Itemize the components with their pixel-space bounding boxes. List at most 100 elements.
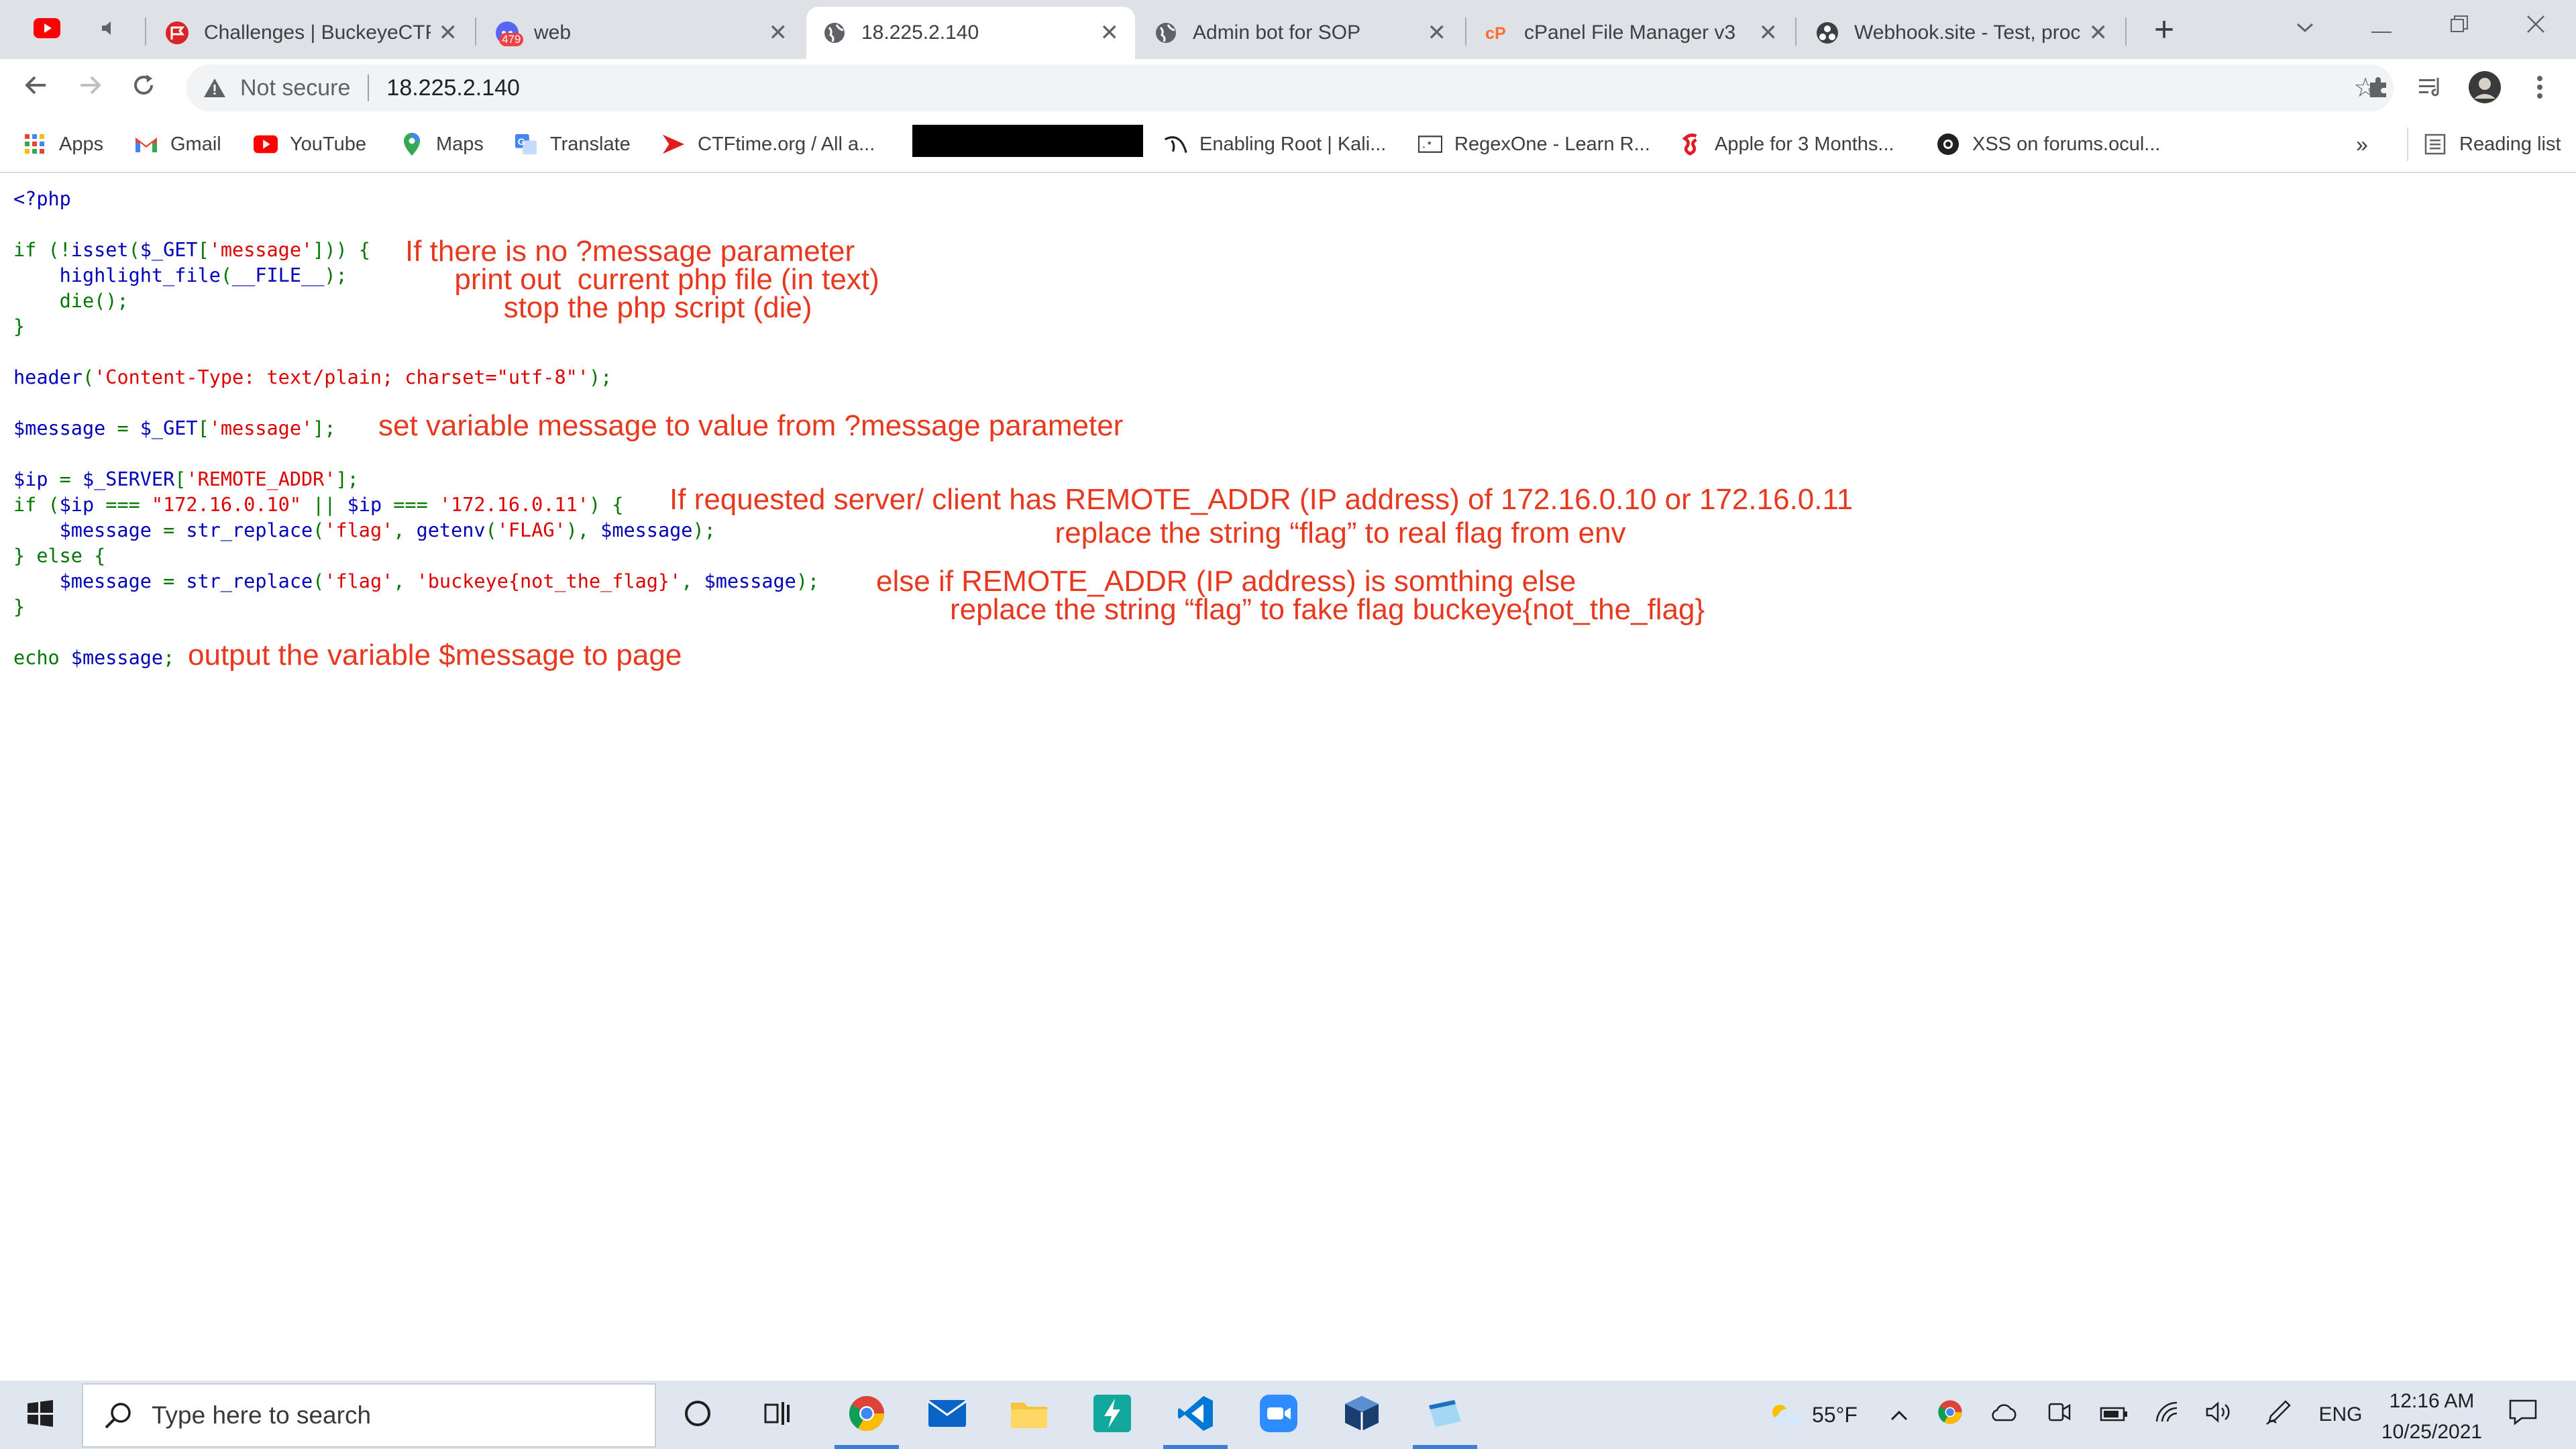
wifi-icon [2154,1400,2181,1430]
input-language[interactable]: ENG [2310,1381,2371,1449]
taskbar-mail[interactable] [914,1381,981,1449]
bookmark-maps[interactable]: Maps [400,127,484,161]
discord-icon: 479 [495,21,524,46]
taskbar-power-automate[interactable] [1079,1381,1146,1449]
tray-pen[interactable] [2262,1381,2296,1449]
apps-grid-icon [23,132,47,156]
show-hidden-icons-button[interactable] [1882,1381,1916,1449]
weather-widget[interactable]: 55°F [1746,1381,1880,1449]
tray-network[interactable] [2151,1381,2184,1449]
close-icon[interactable]: ✕ [1759,19,1778,46]
extensions-button[interactable] [2360,70,2398,107]
taskbar-virtualbox[interactable] [1328,1381,1395,1449]
taskbar-zoom[interactable] [1245,1381,1312,1449]
windows-taskbar: Type here to search 55°F ENG 12:16 AM 10… [0,1381,2576,1449]
restore-icon [2449,14,2469,40]
tab-webhook[interactable]: Webhook.site - Test, proc ✕ [1799,7,2124,59]
close-window-button[interactable] [2502,0,2569,54]
tab-title: Webhook.site - Test, proc [1854,21,2081,44]
bookmark-xss-forum[interactable]: XSS on forums.ocul... [1936,127,2160,161]
folder-icon [1010,1397,1049,1433]
tab-title: Challenges | BuckeyeCTF [204,21,431,44]
annotation-if-block: If there is no ?message parameter print … [405,235,879,324]
avatar [2468,70,2502,107]
tab-separator [475,17,476,46]
close-icon[interactable]: ✕ [769,19,788,46]
bookmark-regexone[interactable]: .* RegexOne - Learn R... [1418,127,1650,161]
bookmark-ctftime[interactable]: CTFtime.org / All a... [661,127,875,161]
warning-triangle-icon[interactable] [201,74,228,101]
running-indicator [835,1445,899,1449]
back-button[interactable] [16,68,56,109]
task-view-button[interactable] [750,1381,806,1449]
bookmarks-overflow-button[interactable]: » [2356,127,2368,161]
close-icon[interactable]: ✕ [2089,19,2108,46]
bookmark-label: CTFtime.org / All a... [698,133,875,155]
close-icon[interactable]: ✕ [439,19,458,46]
tray-chrome[interactable] [1933,1381,1967,1449]
taskbar-file-explorer[interactable] [996,1381,1063,1449]
tab-cpanel[interactable]: cP cPanel File Manager v3 ✕ [1469,7,1794,59]
url-text[interactable]: 18.225.2.140 [386,75,520,101]
tab-title: 18.225.2.140 [861,21,979,44]
globe-icon [1154,21,1178,45]
notification-badge: 479 [499,33,524,46]
tab-active-ip[interactable]: 18.225.2.140 ✕ [806,7,1135,59]
kali-icon [1163,132,1187,156]
minimize-button[interactable] [2348,0,2415,54]
tab-challenges[interactable]: Challenges | BuckeyeCTF ✕ [149,7,474,59]
taskbar-notepad[interactable] [1411,1381,1479,1449]
puzzle-icon [2366,74,2392,103]
task-view-icon [763,1399,794,1431]
bookmark-translate[interactable]: G Translate [514,127,631,161]
address-divider [368,74,370,101]
bookmark-gmail[interactable]: Gmail [134,127,221,161]
tray-battery[interactable] [2097,1381,2131,1449]
close-icon[interactable]: ✕ [1100,19,1120,46]
zoom-icon [1260,1394,1297,1436]
kebab-menu-icon [2536,75,2543,103]
taskbar-vscode[interactable] [1162,1381,1229,1449]
clock[interactable]: 12:16 AM 10/25/2021 [2375,1386,2489,1448]
pinned-tab-muted[interactable] [83,7,137,52]
start-button[interactable] [13,1381,67,1449]
bookmark-apple[interactable]: Apple for 3 Months... [1678,127,1894,161]
security-status-label[interactable]: Not secure [240,75,350,101]
profile-button[interactable] [2466,70,2504,107]
minimize-icon [2371,14,2392,40]
reading-list-button[interactable]: Reading list [2407,127,2561,161]
svg-text:G: G [518,137,525,148]
restore-button[interactable] [2426,0,2493,54]
bookmark-apps[interactable]: Apps [23,127,103,161]
tab-title: cPanel File Manager v3 [1524,21,1736,44]
bookmark-youtube[interactable]: YouTube [254,127,366,161]
taskbar-search-box[interactable]: Type here to search [82,1383,656,1448]
action-center-button[interactable] [2500,1381,2546,1449]
svg-text:.*: .* [1421,141,1432,151]
tray-meet-now[interactable] [2042,1381,2076,1449]
media-control-button[interactable] [2412,70,2450,107]
annotation-ip-check: If requested server/ client has REMOTE_A… [669,483,1854,549]
tab-strip: Challenges | BuckeyeCTF ✕ 479 web ✕ 18.2… [0,0,2576,59]
tray-onedrive[interactable] [1987,1381,2021,1449]
chrome-icon [1937,1399,1963,1430]
bookmark-kali[interactable]: Enabling Root | Kali... [1163,127,1386,161]
tab-search-button[interactable] [2271,0,2339,54]
tab-web[interactable]: 479 web ✕ [479,7,804,59]
browser-toolbar: Not secure 18.225.2.140 ☆ [0,59,2576,117]
pinned-tab-youtube[interactable] [20,7,74,52]
reload-button[interactable] [123,68,164,109]
address-bar[interactable]: Not secure 18.225.2.140 ☆ [186,64,2394,111]
cloud-icon [1989,1402,2019,1428]
close-icon[interactable]: ✕ [1428,19,1447,46]
clock-date: 10/25/2021 [2381,1421,2483,1443]
menu-button[interactable] [2521,70,2559,107]
reading-list-label: Reading list [2459,133,2561,155]
cortana-button[interactable] [669,1381,726,1449]
new-tab-button[interactable]: + [2144,9,2184,50]
taskbar-chrome[interactable] [833,1381,900,1449]
bookmark-label: Gmail [170,133,221,155]
forward-button[interactable] [70,68,110,109]
tray-volume[interactable] [2202,1381,2235,1449]
tab-admin-bot[interactable]: Admin bot for SOP ✕ [1138,7,1462,59]
